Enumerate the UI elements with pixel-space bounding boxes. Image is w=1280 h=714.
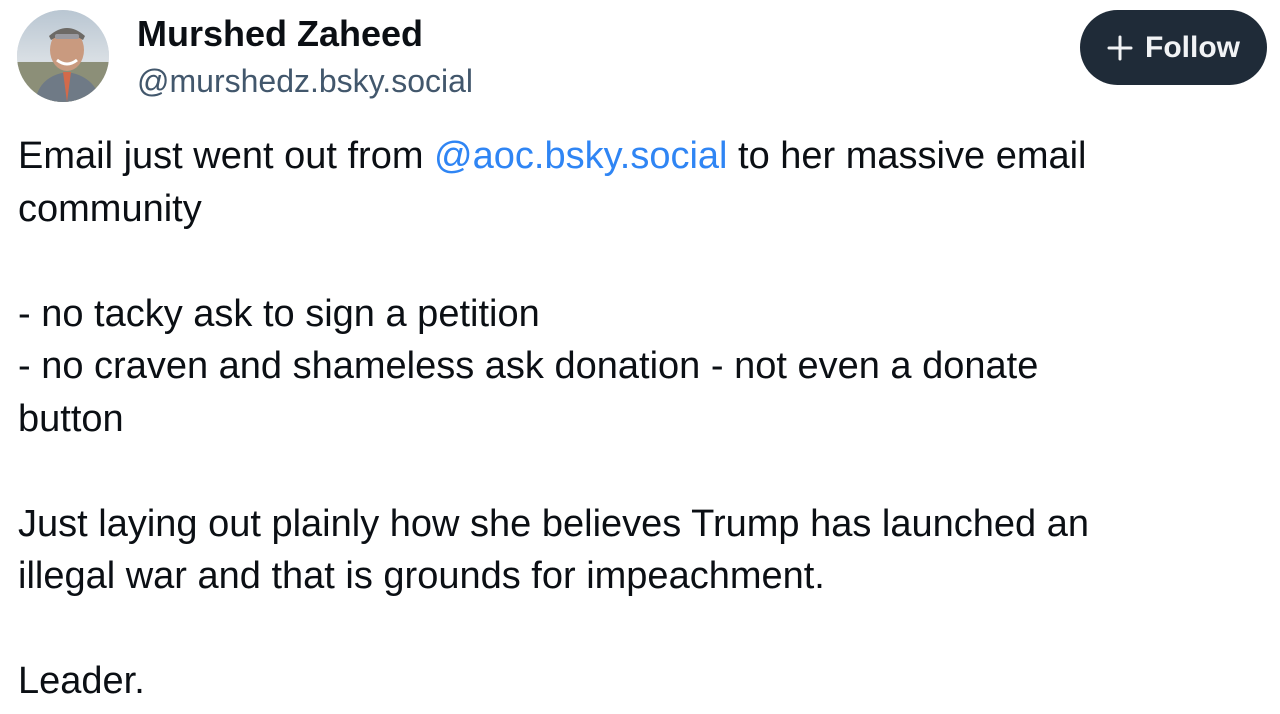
avatar-photo bbox=[17, 10, 109, 102]
post-line: community bbox=[18, 187, 202, 230]
mention-link[interactable]: @aoc.bsky.social bbox=[434, 135, 727, 177]
avatar[interactable] bbox=[17, 10, 109, 102]
follow-button[interactable]: Follow bbox=[1080, 10, 1267, 85]
post-text-segment: to her massive email bbox=[727, 135, 1087, 177]
author-display-name[interactable]: Murshed Zaheed bbox=[137, 12, 423, 56]
post-line: illegal war and that is grounds for impe… bbox=[18, 555, 825, 597]
post-bullet: - no craven and shameless ask donation -… bbox=[18, 345, 1039, 387]
post-text: Email just went out from @aoc.bsky.socia… bbox=[18, 130, 1258, 708]
post-closing: Leader. bbox=[18, 660, 145, 702]
follow-button-label: Follow bbox=[1145, 30, 1240, 64]
author-handle[interactable]: @murshedz.bsky.social bbox=[137, 60, 473, 102]
post-line: Email just went out from @aoc.bsky.socia… bbox=[18, 130, 1258, 183]
post-text-segment: Email just went out from bbox=[18, 135, 435, 177]
post-line: button bbox=[18, 397, 124, 440]
post-line: Just laying out plainly how she believes… bbox=[18, 502, 1089, 545]
post-bullet: - no tacky ask to sign a petition bbox=[18, 292, 540, 335]
plus-icon bbox=[1107, 35, 1133, 60]
